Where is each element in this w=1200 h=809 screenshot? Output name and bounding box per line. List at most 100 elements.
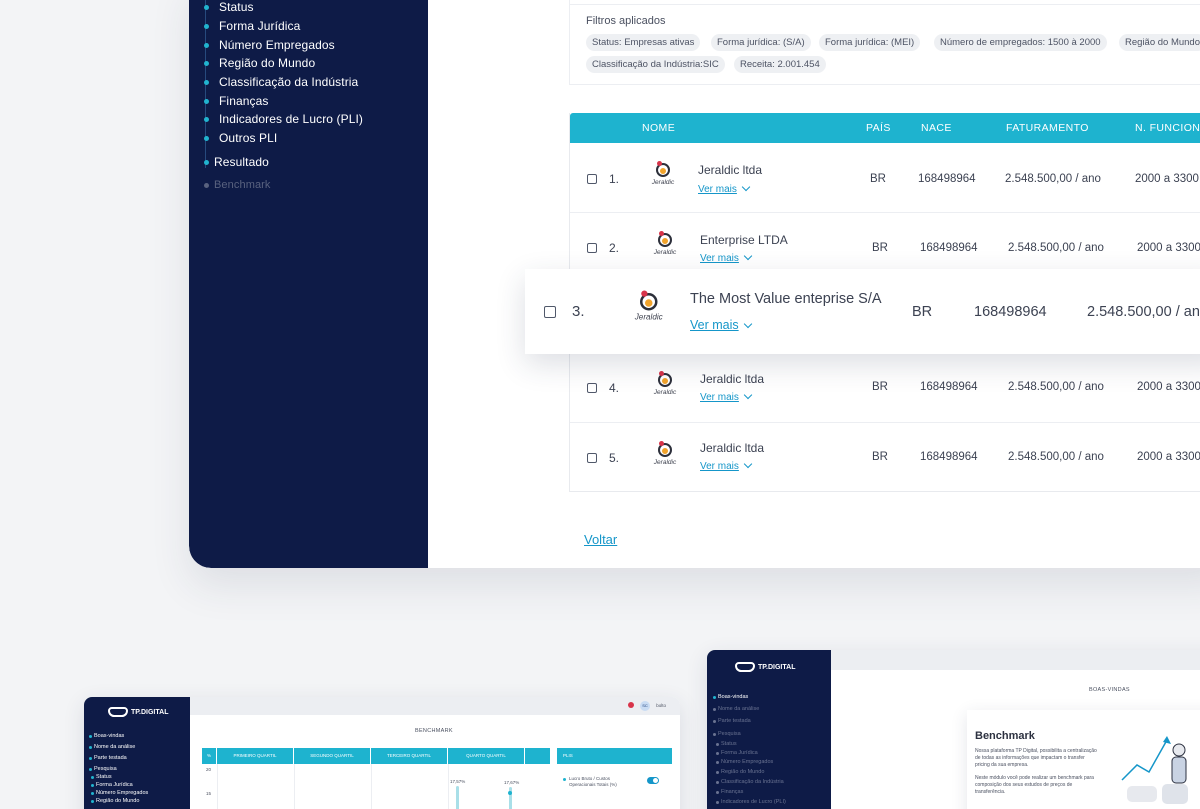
mini-nav-item: Boas-vindas (712, 694, 749, 700)
sidebar-item-label: Indicadores de Lucro (PLI) (219, 112, 364, 126)
mini-nav-item: Região do Mundo (715, 769, 765, 775)
mini-sidebar: TP.DIGITAL Boas-vindas Nome da análise P… (84, 697, 190, 809)
cell-nace: 168498964 (918, 173, 976, 185)
mini-nav-item: Indicadores de Lucro (PLI) (716, 799, 786, 805)
company-logo: Jeraldic (630, 290, 668, 333)
table-row-highlighted[interactable]: 3. Jeraldic The Most Value enteprise S/A… (525, 269, 1200, 354)
mini-nav-item: Nome da análise (88, 744, 136, 750)
sidebar-item-numero-empregados[interactable]: Número Empregados (204, 38, 335, 52)
sidebar-item-label: Finanças (219, 94, 269, 108)
step-dot-icon (204, 60, 209, 66)
mini-th: PRIMEIRO QUARTIL (217, 748, 293, 764)
step-dot-icon (204, 42, 209, 48)
sidebar-item-label: Região do Mundo (219, 56, 316, 70)
company-name: Jeraldic ltda (698, 163, 763, 177)
cell-faturamento: 2.548.500,00 / ano (1087, 304, 1200, 320)
company-logo: Jeraldic (650, 231, 680, 265)
jeraldic-logo-icon (656, 161, 670, 177)
company-name: The Most Value enteprise S/A (690, 291, 882, 307)
table-row[interactable]: 5. Jeraldic Jeraldic ltda Ver mais BR 16… (570, 423, 1200, 493)
sidebar-item-outros-pli[interactable]: Outros PLI (204, 131, 277, 145)
row-checkbox[interactable] (587, 243, 597, 253)
table-row[interactable]: 4. Jeraldic Jeraldic ltda Ver mais BR 16… (570, 353, 1200, 423)
cell-funcionarios: 2000 a 3300 (1137, 242, 1200, 254)
mini-page-title: BENCHMARK (415, 728, 453, 734)
row-checkbox[interactable] (587, 383, 597, 393)
filter-chip[interactable]: Número de empregados: 1500 à 2000 (934, 34, 1107, 51)
mini-topbar: SC bolto (190, 697, 680, 715)
ver-mais-link[interactable]: Ver mais (690, 318, 752, 332)
row-checkbox[interactable] (544, 306, 556, 318)
mini-nav-item: Parte testada (89, 755, 127, 761)
sidebar-item-regiao-do-mundo[interactable]: Região do Mundo (204, 56, 316, 70)
cell-funcionarios: 2000 a 3300 (1135, 173, 1199, 185)
sidebar-item-financas[interactable]: Finanças (204, 94, 269, 108)
tp-logo-icon (108, 707, 128, 717)
cell-pais: BR (872, 451, 888, 463)
filter-chip[interactable]: Forma jurídica: (MEI) (819, 34, 921, 51)
voltar-link[interactable]: Voltar (584, 532, 617, 547)
company-logo: Jeraldic (650, 371, 680, 405)
sidebar-item-forma-juridica[interactable]: Forma Jurídica (204, 19, 300, 33)
filter-chip[interactable]: Classificação da Indústria:SIC (586, 56, 725, 73)
chevron-down-icon (741, 182, 751, 192)
ver-mais-link[interactable]: Ver mais (700, 390, 753, 403)
mini-sidebar: TP.DIGITAL Boas-vindas Nome da análise P… (707, 650, 831, 809)
col-faturamento: FATURAMENTO (1006, 122, 1089, 134)
mini-nav-item: Número Empregados (90, 790, 149, 796)
benchmark-preview: TP.DIGITAL Boas-vindas Nome da análise P… (84, 697, 680, 809)
filter-chip[interactable]: Receita: 2.001.454 (734, 56, 826, 73)
divider (570, 4, 1200, 5)
chevron-down-icon (743, 319, 752, 329)
benchmark-description: Neste módulo você pode realizar um bench… (975, 775, 1094, 795)
sidebar-item-status[interactable]: Status (204, 0, 254, 14)
cell-nace: 168498964 (920, 451, 978, 463)
y-tick: 20 (206, 767, 212, 772)
welcome-card: Benchmark Nossa plataforma TP Digital, p… (967, 710, 1200, 809)
row-index: 2. (609, 241, 620, 255)
col-nace: NACE (921, 122, 952, 134)
jeraldic-logo-icon (640, 290, 658, 311)
tp-logo-icon (735, 662, 755, 672)
bar-label: 17,67% (504, 780, 520, 785)
mini-nav-item: Forma Jurídica (716, 750, 758, 756)
chevron-down-icon (743, 390, 753, 400)
cell-funcionarios: 2000 a 3300 (1137, 381, 1200, 393)
sidebar-item-resultado[interactable]: Resultado (204, 155, 269, 169)
col-funcionarios: N. FUNCIONÁ (1135, 122, 1200, 134)
tp-digital-logo: TP.DIGITAL (108, 707, 168, 717)
pli-toggle[interactable] (647, 777, 659, 784)
col-pais: PAÍS (866, 122, 891, 134)
step-dot-icon (204, 116, 209, 122)
mini-th: QUARTO QUARTIL (448, 748, 524, 764)
ver-mais-link[interactable]: Ver mais (700, 459, 753, 472)
sidebar-item-label: Classificação da Indústria (219, 75, 359, 89)
cell-faturamento: 2.548.500,00 / ano (1008, 381, 1104, 393)
row-checkbox[interactable] (587, 174, 597, 184)
quartile-bar (456, 786, 459, 809)
cell-nace: 168498964 (920, 381, 978, 393)
step-dot-icon (204, 98, 209, 104)
sidebar-item-classificacao-industria[interactable]: Classificação da Indústria (204, 75, 359, 89)
ver-mais-link[interactable]: Ver mais (698, 182, 751, 195)
sidebar-item-benchmark[interactable]: Benchmark (204, 179, 271, 191)
bullet-icon (563, 778, 566, 781)
row-checkbox[interactable] (587, 453, 597, 463)
sidebar-item-label: Número Empregados (219, 38, 335, 52)
company-logo: Jeraldic (650, 441, 680, 475)
ver-mais-link[interactable]: Ver mais (700, 251, 753, 264)
mini-nav-item: Boas-vindas (88, 733, 125, 739)
table-row[interactable]: 1. Jeraldic Jeraldic ltda Ver mais BR 16… (570, 143, 1200, 213)
sidebar-item-indicadores-lucro[interactable]: Indicadores de Lucro (PLI) (204, 112, 364, 126)
cell-faturamento: 2.548.500,00 / ano (1008, 451, 1104, 463)
filter-chip[interactable]: Status: Empresas ativas (586, 34, 701, 51)
step-dot-icon (204, 4, 209, 10)
mini-nav-item: Finanças (715, 789, 744, 795)
filter-chip[interactable]: Região do Mundo (1119, 34, 1200, 51)
illustration-person-icon (1121, 736, 1188, 804)
row-index: 4. (609, 381, 620, 395)
notification-icon (628, 702, 634, 708)
filter-chip[interactable]: Forma jurídica: (S/A) (711, 34, 811, 51)
bar-label: 17,57% (450, 779, 466, 784)
mini-nav-item: Pesquisa (89, 766, 117, 772)
